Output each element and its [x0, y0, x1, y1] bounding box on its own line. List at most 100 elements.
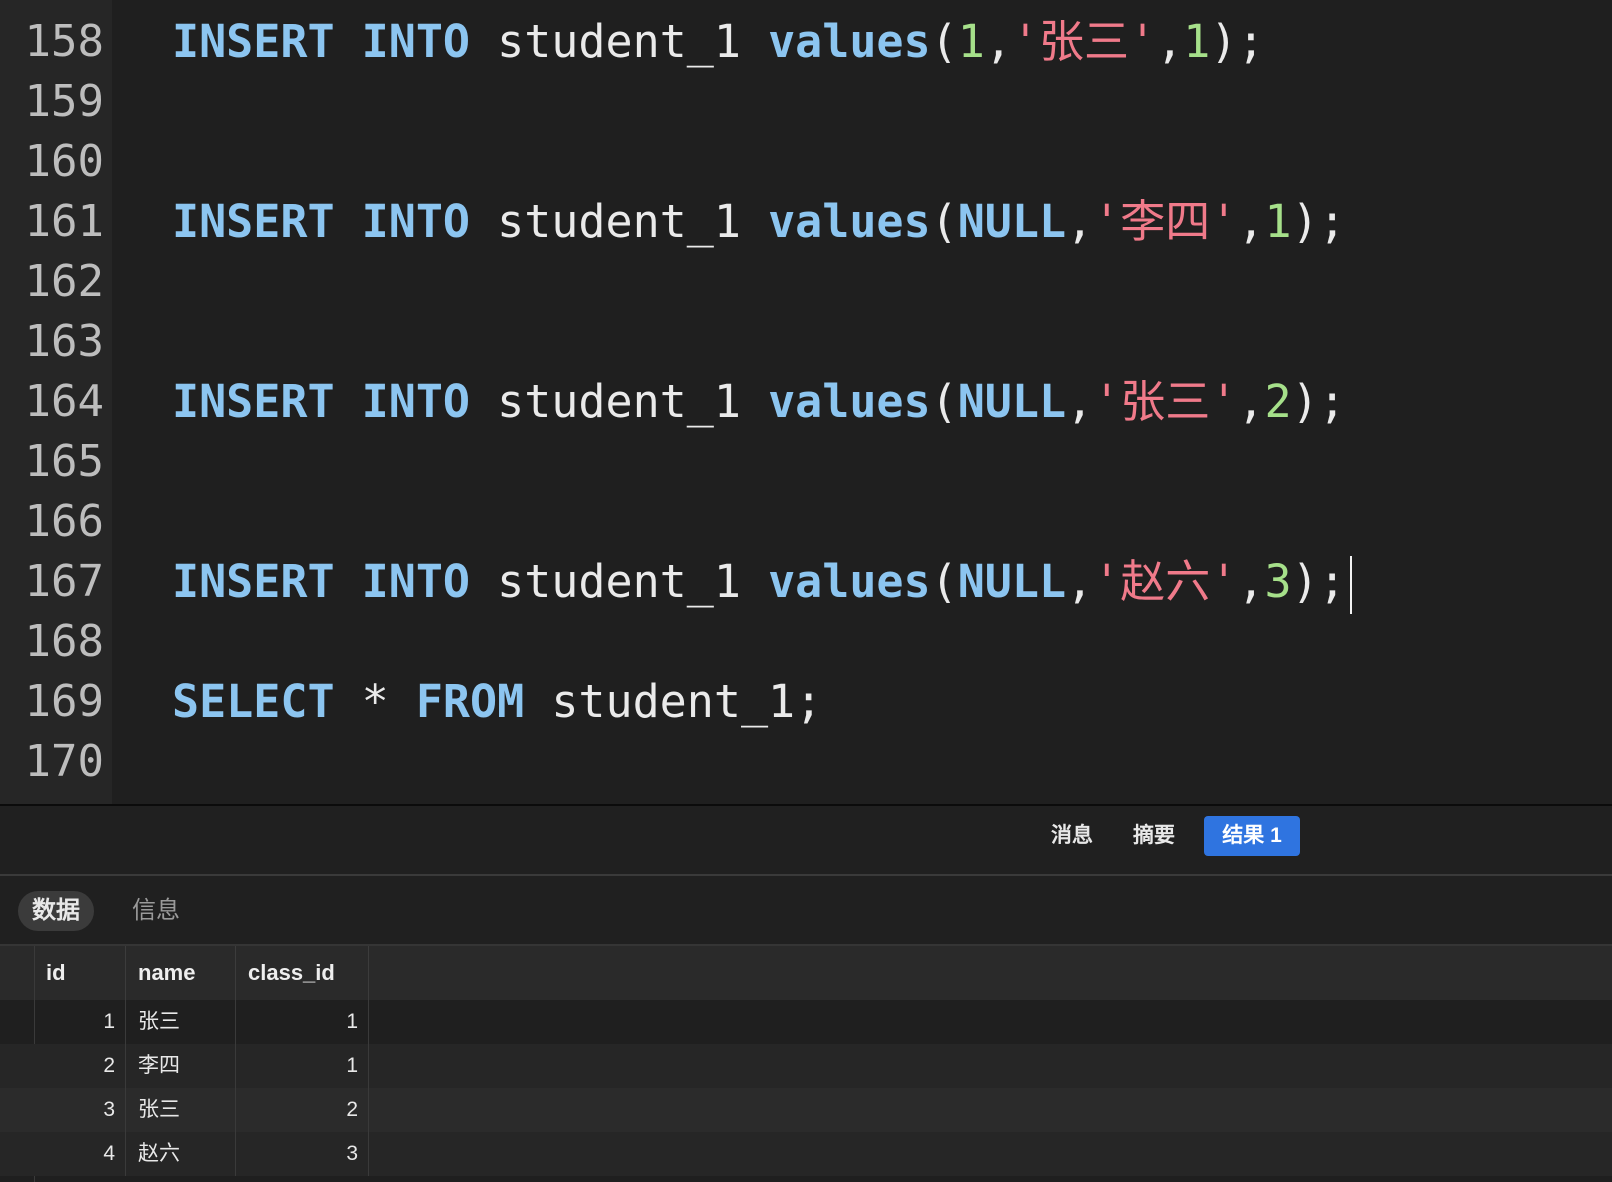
line-number: 161: [24, 196, 104, 247]
column-header-id[interactable]: id: [34, 946, 126, 1000]
code-token-punct: *: [334, 675, 416, 728]
code-token-punct: ,: [1237, 195, 1265, 248]
line-number: 163: [24, 316, 104, 367]
code-token-punct: ,: [1066, 195, 1094, 248]
code-token-punct: );: [1291, 375, 1346, 428]
code-token-str: '张三': [1093, 375, 1238, 428]
cell-name[interactable]: 张三: [126, 1000, 236, 1044]
line-number: 162: [24, 256, 104, 307]
code-line[interactable]: 168: [0, 612, 1612, 672]
code-token-kw: NULL: [957, 555, 1067, 608]
code-token-punct: [335, 555, 362, 608]
code-token-punct: [741, 195, 768, 248]
code-token-punct: ,: [1237, 375, 1265, 428]
cell-class-id[interactable]: 1: [236, 1044, 369, 1088]
code-token-kw: INTO: [361, 375, 471, 428]
code-token-kw: NULL: [957, 195, 1067, 248]
cell-class-id[interactable]: 1: [236, 1000, 369, 1044]
table-row[interactable]: 2 李四 1: [0, 1044, 1612, 1088]
code-token-punct: [335, 375, 362, 428]
code-line[interactable]: 170: [0, 732, 1612, 792]
code-line[interactable]: 165: [0, 432, 1612, 492]
cell-name[interactable]: 张三: [126, 1088, 236, 1132]
sql-editor[interactable]: 158 INSERT INTO student_1 values(1,'张三',1…: [0, 0, 1612, 804]
code-token-kw: INSERT: [172, 555, 335, 608]
code-token-kw: INTO: [361, 195, 471, 248]
code-text[interactable]: INSERT INTO student_1 values(NULL,'李四',1…: [172, 192, 1346, 252]
cell-class-id[interactable]: 2: [236, 1088, 369, 1132]
column-header-class-id[interactable]: class_id: [236, 946, 369, 1000]
code-token-punct: (: [930, 195, 958, 248]
cell-class-id[interactable]: 3: [236, 1132, 369, 1176]
code-token-ident: student_1: [497, 15, 741, 68]
code-token-kw: INTO: [361, 15, 471, 68]
code-token-ident: student_1: [497, 555, 741, 608]
result-grid[interactable]: id name class_id 1 张三 1 2 李四 1 3 张三 2 4 …: [0, 946, 1612, 1182]
code-token-kw: INTO: [361, 555, 471, 608]
code-token-str: '赵六': [1093, 555, 1238, 608]
code-token-punct: );: [1291, 555, 1346, 608]
code-token-punct: (: [930, 375, 958, 428]
code-line[interactable]: 160: [0, 132, 1612, 192]
cell-id[interactable]: 2: [34, 1044, 126, 1088]
code-token-punct: [470, 15, 497, 68]
code-token-punct: );: [1210, 15, 1265, 68]
tab-data[interactable]: 数据: [18, 891, 94, 931]
code-token-punct: (: [930, 555, 958, 608]
table-row[interactable]: 3 张三 2: [0, 1088, 1612, 1132]
line-number: 168: [24, 616, 104, 667]
tab-info[interactable]: 信息: [118, 891, 194, 931]
cell-id[interactable]: 1: [34, 1000, 126, 1044]
code-line[interactable]: 169 SELECT * FROM student_1;: [0, 672, 1612, 732]
code-token-punct: (: [930, 15, 958, 68]
code-token-num: 1: [1264, 195, 1292, 248]
table-row[interactable]: 1 张三 1: [0, 1000, 1612, 1044]
code-text[interactable]: SELECT * FROM student_1;: [172, 672, 822, 732]
cell-name[interactable]: 李四: [126, 1044, 236, 1088]
code-token-kw: FROM: [415, 675, 525, 728]
table-row[interactable]: 4 赵六 3: [0, 1132, 1612, 1176]
code-token-punct: [524, 675, 551, 728]
table-header: id name class_id: [0, 946, 1612, 1000]
code-token-punct: [741, 15, 768, 68]
code-line[interactable]: 158 INSERT INTO student_1 values(1,'张三',1…: [0, 12, 1612, 72]
cell-id[interactable]: 3: [34, 1088, 126, 1132]
code-token-fn: values: [768, 15, 931, 68]
tab-summary[interactable]: 摘要: [1124, 816, 1184, 856]
text-cursor: [1349, 556, 1352, 614]
tab-messages[interactable]: 消息: [1042, 816, 1102, 856]
code-line[interactable]: 161 INSERT INTO student_1 values(NULL,'李四…: [0, 192, 1612, 252]
code-line[interactable]: 162: [0, 252, 1612, 312]
line-number: 160: [24, 136, 104, 187]
code-token-punct: ,: [1156, 15, 1184, 68]
code-token-kw: INSERT: [172, 375, 335, 428]
code-text[interactable]: INSERT INTO student_1 values(NULL,'赵六',3…: [172, 552, 1352, 614]
line-number: 167: [24, 556, 104, 607]
column-header-name[interactable]: name: [126, 946, 236, 1000]
code-token-ident: student_1: [497, 375, 741, 428]
tab-result-1[interactable]: 结果 1: [1204, 816, 1300, 856]
code-token-punct: [335, 195, 362, 248]
code-token-num: 2: [1264, 375, 1292, 428]
code-line[interactable]: 166: [0, 492, 1612, 552]
line-number: 169: [24, 676, 104, 727]
line-number: 165: [24, 436, 104, 487]
code-token-punct: [470, 195, 497, 248]
code-token-ident: student_1: [497, 195, 741, 248]
code-token-punct: [335, 15, 362, 68]
result-tab-bar: 消息 摘要 结果 1: [0, 806, 1612, 874]
code-token-str: '张三': [1011, 15, 1157, 68]
cell-id[interactable]: 4: [34, 1132, 126, 1176]
code-token-punct: [741, 375, 768, 428]
code-line[interactable]: 163: [0, 312, 1612, 372]
code-token-fn: values: [768, 555, 931, 608]
code-line[interactable]: 164 INSERT INTO student_1 values(NULL,'张三…: [0, 372, 1612, 432]
cell-name[interactable]: 赵六: [126, 1132, 236, 1176]
code-token-num: 1: [957, 15, 985, 68]
code-line[interactable]: 167 INSERT INTO student_1 values(NULL,'赵六…: [0, 552, 1612, 614]
code-token-kw: SELECT: [172, 675, 335, 728]
code-text[interactable]: INSERT INTO student_1 values(1,'张三',1);: [172, 12, 1264, 72]
code-text[interactable]: INSERT INTO student_1 values(NULL,'张三',2…: [172, 372, 1346, 432]
code-token-punct: );: [1291, 195, 1346, 248]
code-line[interactable]: 159: [0, 72, 1612, 132]
